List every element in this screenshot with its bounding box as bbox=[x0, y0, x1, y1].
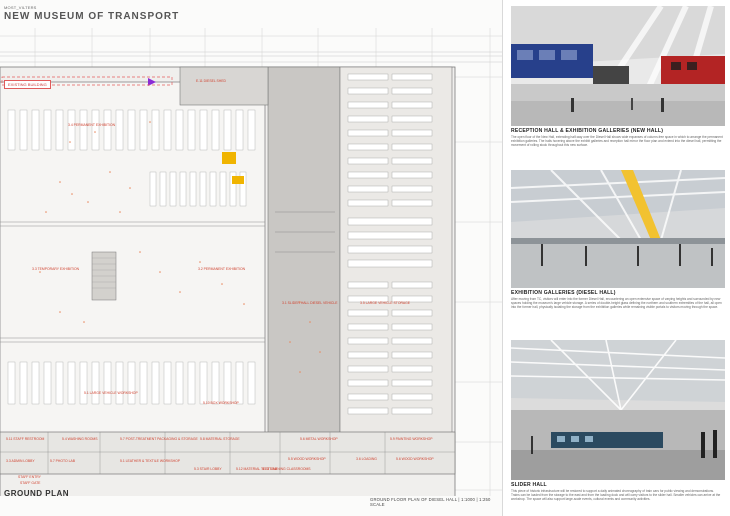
panel-1-body: The open floor of the New Hall, extendin… bbox=[511, 135, 723, 147]
room-label: 3.3 ADMIN LOBBY bbox=[6, 459, 35, 463]
room-label: STAFF ENTRY bbox=[18, 475, 42, 479]
room-label: 5.9 PAINTING WORKSHOP bbox=[390, 437, 433, 441]
room-label: 5.1 LEATHER & TEXTILE WORKSHOP bbox=[120, 459, 181, 463]
room-label: 3.2 PERMANENT EXHIBITION bbox=[198, 267, 246, 271]
panel-3-body: This piece of historic infrastructure wi… bbox=[511, 489, 721, 501]
exhibition-galleries-rendering bbox=[511, 170, 725, 288]
reception-hall-rendering bbox=[511, 6, 725, 126]
room-label: 5.3 STAIR LOBBY bbox=[194, 467, 222, 471]
room-label: 5.7 POST-TREATMENT PACKAGING & STORAGE bbox=[120, 437, 198, 441]
ground-plan-title: GROUND PLAN bbox=[4, 489, 70, 498]
slider-hall-rendering bbox=[511, 340, 725, 480]
panel-1-title: RECEPTION HALL & EXHIBITION GALLERIES (N… bbox=[511, 128, 664, 134]
room-label: 5.11 STAFF RESTROOM bbox=[6, 437, 44, 441]
room-label: 5.4 WASHING ROOMS bbox=[62, 437, 98, 441]
panel-2-title: EXHIBITION GALLERIES (DIESEL HALL) bbox=[511, 290, 616, 296]
site-rails bbox=[0, 51, 502, 63]
vehicle-grid-top bbox=[7, 109, 256, 151]
room-label: 3.5 LARGE VEHICLE STORAGE bbox=[360, 301, 411, 305]
room-label: 5.7 PHOTO LAB bbox=[50, 459, 76, 463]
ground-floor-plan: E.11 DIESEL SHED 3.4 PERMANENT EXHIBITIO… bbox=[0, 28, 502, 496]
plan-panel: MOST_VILTERS NEW MUSEUM OF TRANSPORT E.1… bbox=[0, 0, 503, 516]
room-label: E.11 DIESEL SHED bbox=[196, 79, 227, 83]
renderings-column: RECEPTION HALL & EXHIBITION GALLERIES (N… bbox=[503, 0, 730, 516]
yellow-core-1 bbox=[222, 152, 236, 164]
room-label: 5.10 BOX WORKSHOP bbox=[203, 401, 240, 405]
room-label: 5.1 LARGE VEHICLE WORKSHOP bbox=[84, 391, 138, 395]
presentation-board: MOST_VILTERS NEW MUSEUM OF TRANSPORT E.1… bbox=[0, 0, 730, 516]
room-label: STAFF GATE bbox=[20, 481, 41, 485]
yellow-core-2 bbox=[232, 176, 244, 184]
room-label: 3.1 SLIDER HALL DIESEL VEHICLE bbox=[282, 301, 338, 305]
room-label: 3.3 TEMPORARY EXHIBITION bbox=[32, 267, 80, 271]
room-label: 5.6 METAL WORKSHOP bbox=[300, 437, 338, 441]
room-label: 5.6 WOOD WORKSHOP bbox=[396, 457, 434, 461]
room-label: 3.4 PERMANENT EXHIBITION bbox=[68, 123, 116, 127]
board-title: NEW MUSEUM OF TRANSPORT bbox=[4, 11, 180, 22]
plan-caption: GROUND FLOOR PLAN OF DIESEL HALL | 1:100… bbox=[370, 497, 491, 507]
room-label: 5.5 WOOD WORKSHOP bbox=[288, 457, 326, 461]
vehicle-grid-bottom bbox=[7, 361, 256, 405]
panel-3-title: SLIDER HALL bbox=[511, 482, 547, 488]
room-label: 3.6 LOADING bbox=[356, 457, 377, 461]
project-kicker: MOST_VILTERS bbox=[4, 5, 37, 10]
existing-building-legend: EXISTING BUILDING bbox=[4, 80, 51, 89]
panel-2-body: After moving from TC, visitors will ente… bbox=[511, 297, 722, 309]
room-label: 4.13 TRAINING CLASSROOMS bbox=[262, 467, 311, 471]
entry-block bbox=[179, 66, 269, 106]
room-label: 5.8 MATERIAL STORAGE bbox=[200, 437, 240, 441]
